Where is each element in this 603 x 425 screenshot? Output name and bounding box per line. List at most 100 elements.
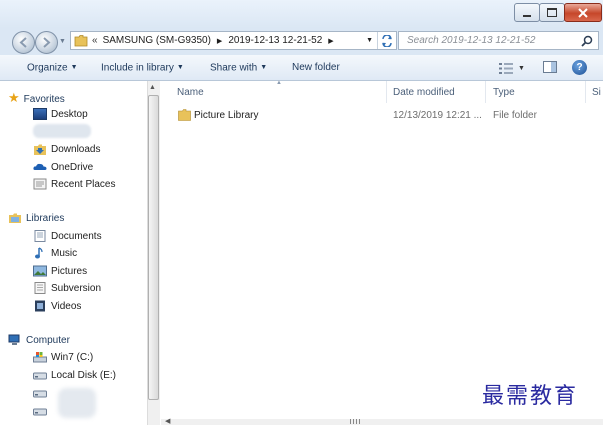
nav-computer[interactable]: Computer <box>8 333 70 349</box>
horizontal-scrollbar[interactable] <box>161 419 603 425</box>
column-divider[interactable] <box>386 81 387 103</box>
breadcrumb-segment-device[interactable]: SAMSUNG (SM-G9350) <box>103 35 211 46</box>
computer-icon <box>8 334 20 346</box>
breadcrumb-segment-folder[interactable]: 2019-12-13 12-21-52 <box>228 35 322 46</box>
nav-item-label: Music <box>51 248 78 259</box>
nav-item-label: Local Disk (E:) <box>51 370 117 381</box>
nav-item-documents[interactable]: Documents <box>33 229 102 245</box>
breadcrumb-separator-icon[interactable]: ▶ <box>217 37 222 45</box>
nav-libraries[interactable]: Libraries <box>9 211 65 227</box>
change-view-button[interactable]: ▼ <box>499 61 529 75</box>
nav-item-videos[interactable]: Videos <box>33 299 81 315</box>
nav-item-label: Documents <box>51 231 102 242</box>
refresh-button[interactable] <box>377 32 396 49</box>
forward-arrow-icon <box>43 37 51 48</box>
nav-item-label: Desktop <box>51 109 88 120</box>
folder-icon <box>74 35 88 47</box>
help-icon[interactable]: ? <box>572 60 587 75</box>
search-placeholder: Search 2019-12-13 12-21-52 <box>407 35 536 46</box>
minimize-button[interactable] <box>514 3 540 22</box>
libraries-icon <box>9 213 21 224</box>
file-date-modified: 12/13/2019 12:21 ... <box>393 110 482 121</box>
nav-item-drive[interactable] <box>33 404 51 420</box>
chevron-down-icon: ▼ <box>260 64 268 71</box>
nav-item-label: Videos <box>51 301 82 312</box>
column-divider[interactable] <box>585 81 586 103</box>
file-list <box>161 81 603 425</box>
downloads-icon <box>34 144 46 156</box>
documents-icon <box>34 230 46 243</box>
sort-indicator-icon: ▲ <box>276 80 282 86</box>
recent-pages-chevron-icon[interactable]: ▼ <box>59 38 66 45</box>
close-button[interactable] <box>564 3 602 22</box>
search-input[interactable]: Search 2019-12-13 12-21-52 <box>398 31 599 50</box>
music-icon <box>35 247 43 259</box>
title-bar <box>0 0 603 28</box>
column-header-date-modified[interactable]: Date modified <box>393 86 455 100</box>
subversion-icon <box>34 282 46 295</box>
nav-item-music[interactable]: Music <box>33 246 77 262</box>
new-folder-label: New folder <box>292 62 340 73</box>
disk-drive-icon <box>33 372 47 380</box>
blurred-drive-labels <box>58 388 96 418</box>
nav-item-onedrive[interactable]: OneDrive <box>33 160 93 176</box>
share-with-label: Share with <box>210 62 258 74</box>
chevron-down-icon: ▼ <box>70 64 78 71</box>
column-header-size[interactable]: Si <box>592 86 603 100</box>
nav-item-label: Win7 (C:) <box>51 352 94 363</box>
nav-item-recent-places[interactable]: Recent Places <box>33 177 115 193</box>
star-icon: ★ <box>8 90 20 105</box>
chevron-down-icon: ▼ <box>518 64 525 72</box>
file-type: File folder <box>493 110 537 121</box>
nav-item-local-disk-e[interactable]: Local Disk (E:) <box>33 368 116 384</box>
nav-item-drive[interactable] <box>33 386 51 402</box>
maximize-button[interactable] <box>539 3 565 22</box>
close-icon <box>578 7 588 18</box>
nav-item-label: Downloads <box>51 144 101 155</box>
scrollbar-grip[interactable] <box>350 419 360 424</box>
file-name[interactable]: Picture Library <box>194 109 258 123</box>
address-overflow[interactable]: « <box>92 35 98 46</box>
search-icon[interactable] <box>581 35 593 47</box>
organize-label: Organize <box>27 62 68 74</box>
preview-pane-button[interactable] <box>543 61 559 75</box>
system-drive-icon <box>33 352 47 363</box>
chevron-down-icon: ▼ <box>176 64 184 71</box>
blurred-nav-item[interactable] <box>33 124 91 138</box>
breadcrumb-separator-icon[interactable]: ▶ <box>328 37 333 45</box>
column-header-name[interactable]: Name <box>177 86 204 100</box>
nav-item-downloads[interactable]: Downloads <box>33 142 100 158</box>
new-folder-button[interactable]: New folder <box>292 60 340 76</box>
back-button[interactable] <box>12 31 35 54</box>
onedrive-icon <box>33 164 47 171</box>
nav-item-win7-c[interactable]: Win7 (C:) <box>33 350 93 366</box>
scroll-left-icon[interactable]: ◀ <box>165 417 170 425</box>
pictures-icon <box>33 265 47 277</box>
watermark: 最需教育 <box>482 384 579 409</box>
nav-item-pictures[interactable]: Pictures <box>33 264 87 280</box>
nav-item-label: OneDrive <box>51 162 94 173</box>
favorites-label: Favorites <box>23 94 65 105</box>
preview-pane-icon <box>543 61 557 73</box>
address-bar[interactable]: « SAMSUNG (SM-G9350) ▶ 2019-12-13 12-21-… <box>70 31 397 50</box>
share-with-button[interactable]: Share with ▼ <box>210 60 267 76</box>
videos-icon <box>35 300 45 312</box>
column-header-type[interactable]: Type <box>493 86 515 100</box>
back-arrow-icon <box>19 37 27 48</box>
scroll-up-icon[interactable]: ▲ <box>149 84 156 91</box>
nav-favorites[interactable]: ★ Favorites <box>8 90 65 106</box>
disk-drive-icon <box>33 408 47 416</box>
nav-item-desktop[interactable]: Desktop <box>33 107 88 123</box>
nav-item-subversion[interactable]: Subversion <box>33 281 101 297</box>
refresh-icon <box>382 34 392 47</box>
forward-button[interactable] <box>35 31 58 54</box>
disk-drive-icon <box>33 390 47 398</box>
column-divider[interactable] <box>485 81 486 103</box>
include-in-library-button[interactable]: Include in library ▼ <box>101 60 184 76</box>
libraries-label: Libraries <box>26 213 65 224</box>
address-history-dropdown-icon[interactable]: ▼ <box>366 37 373 44</box>
maximize-icon <box>547 8 557 17</box>
organize-button[interactable]: Organize ▼ <box>27 60 78 76</box>
nav-scrollbar-thumb[interactable] <box>148 95 159 400</box>
nav-item-label: Recent Places <box>51 179 116 190</box>
